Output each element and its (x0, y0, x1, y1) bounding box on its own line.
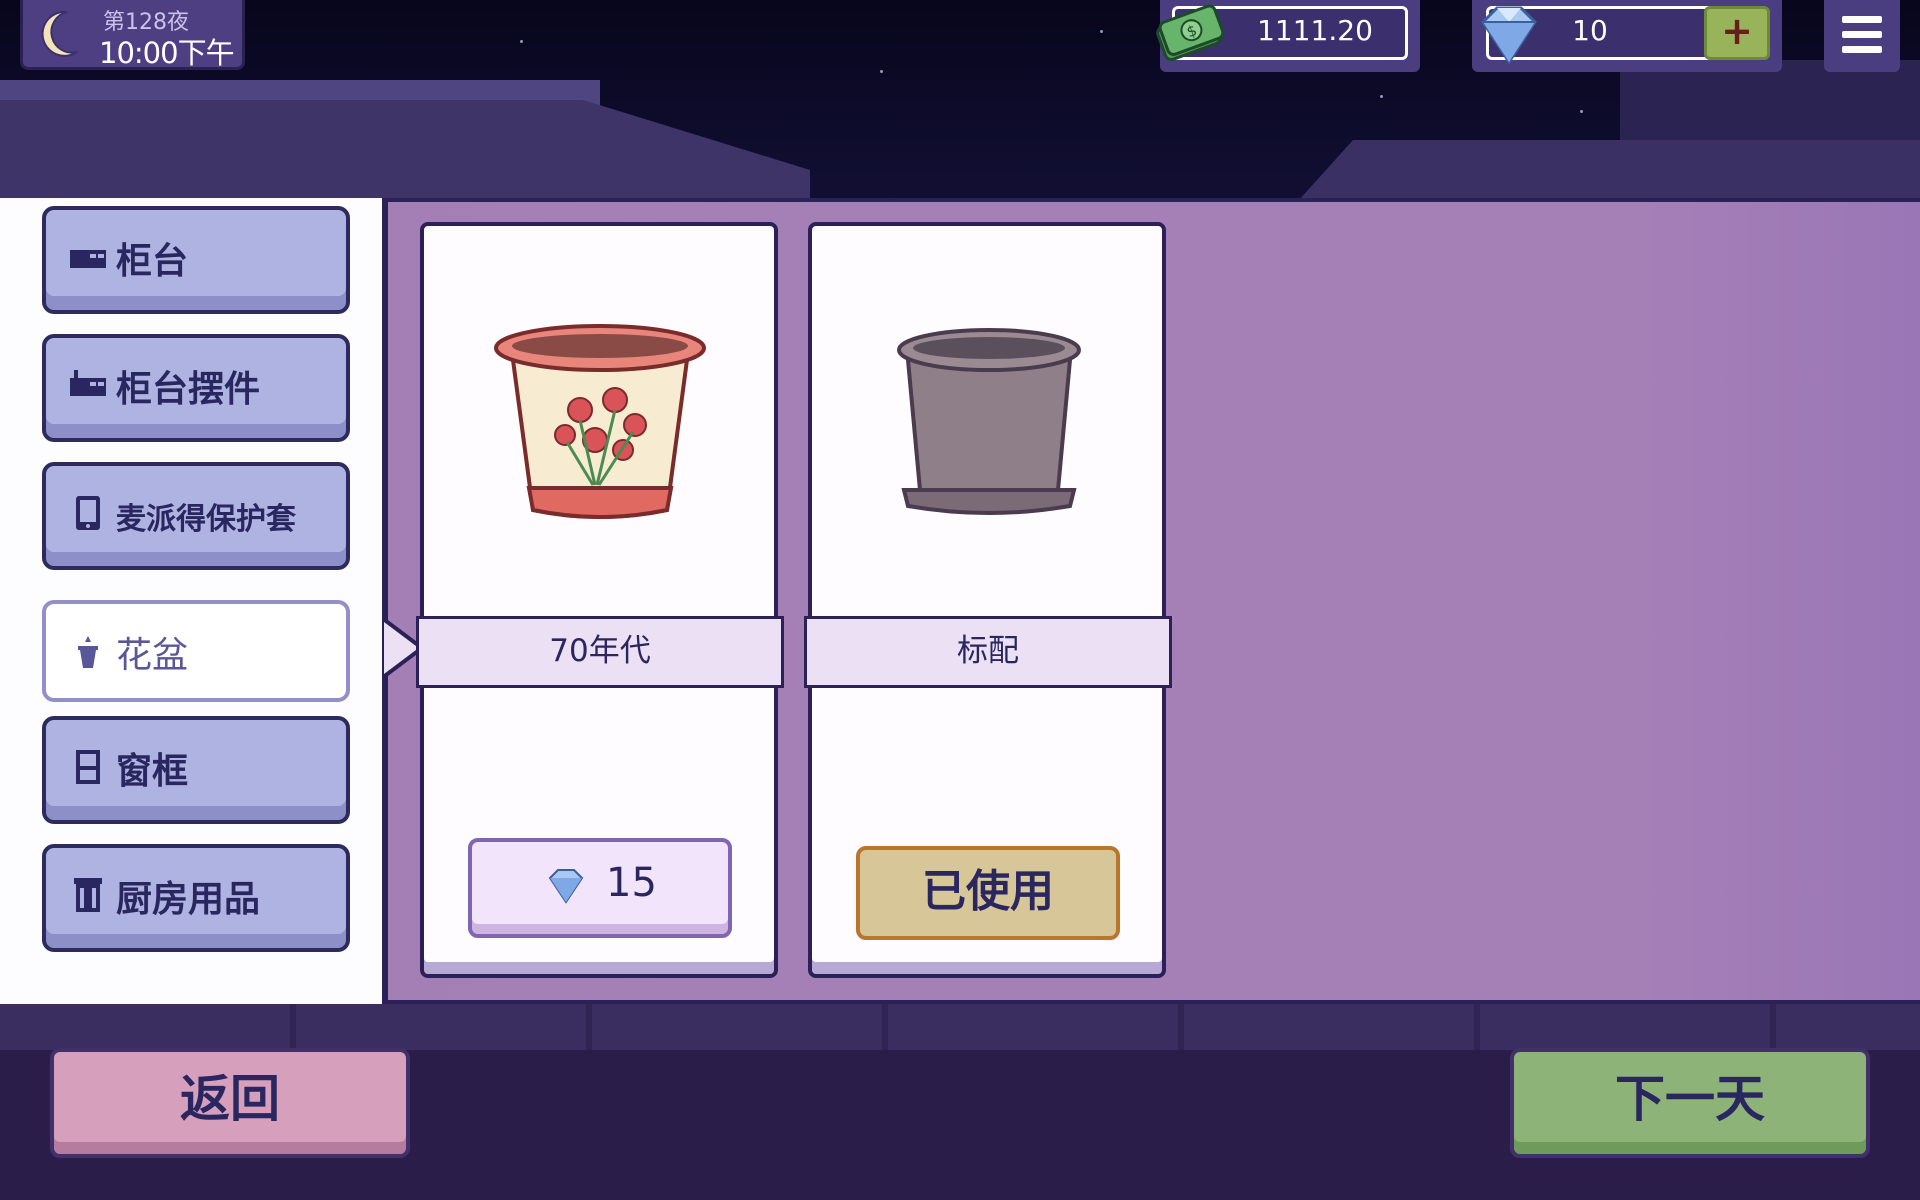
category-label: 窗框 (116, 751, 189, 792)
category-label: 麦派得保护套 (116, 502, 296, 537)
next-day-button[interactable]: 下一天 (1510, 1048, 1870, 1158)
cash-icon: $ (1156, 4, 1225, 62)
category-window-frame[interactable]: 窗框 (42, 716, 350, 824)
star (520, 40, 523, 43)
menu-line (1842, 16, 1882, 23)
clock-text: 10:00下午 (99, 36, 235, 70)
moon-icon (41, 10, 78, 57)
diamond-icon (1481, 6, 1537, 65)
item-name: 70年代 (416, 616, 784, 688)
category-tablet-case[interactable]: 麦派得保护套 (42, 462, 350, 570)
category-kitchen[interactable]: 厨房用品 (42, 844, 350, 952)
star (1100, 30, 1103, 33)
money-amount: 1111.20 (1257, 14, 1373, 47)
diamond-icon (548, 869, 584, 904)
category-label: 厨房用品 (116, 879, 261, 920)
buy-gems-button[interactable]: + (1704, 6, 1770, 60)
menu-line (1842, 46, 1882, 53)
category-flowerpot[interactable]: 花盆 (42, 600, 350, 702)
category-counter[interactable]: 柜台 (42, 206, 350, 314)
category-label: 柜台 (116, 241, 189, 282)
window-icon (76, 750, 100, 784)
flowerpot-icon (78, 636, 98, 668)
gem-count: 10 (1572, 14, 1608, 47)
buy-item-button[interactable]: 15 (468, 838, 732, 938)
counter-icon (70, 250, 106, 268)
star (1580, 110, 1583, 113)
item-name: 标配 (804, 616, 1172, 688)
category-counter-decor[interactable]: 柜台摆件 (42, 334, 350, 442)
sidewalk-tiles (0, 1000, 1920, 1050)
flowerpot-standard-image (897, 328, 1081, 515)
flowerpot-70s-image (494, 324, 706, 519)
category-label: 柜台摆件 (116, 369, 261, 410)
star (880, 70, 883, 73)
menu-line (1842, 31, 1882, 38)
star (1380, 95, 1383, 98)
item-price: 15 (606, 860, 657, 906)
building-right (1620, 60, 1920, 150)
kitchen-icon (74, 878, 102, 912)
tablet-icon (76, 496, 100, 530)
hamburger-menu-button[interactable] (1824, 0, 1900, 72)
category-sidebar: 柜台 柜台摆件 麦派得保护套 花盆 窗框 厨房用品 (0, 198, 388, 1004)
counter-decor-icon (70, 370, 106, 396)
back-button[interactable]: 返回 (50, 1048, 410, 1158)
in-use-button[interactable]: 已使用 (856, 846, 1120, 940)
time-display: 第128夜 10:00下午 (20, 0, 245, 70)
category-label: 花盆 (116, 635, 189, 676)
